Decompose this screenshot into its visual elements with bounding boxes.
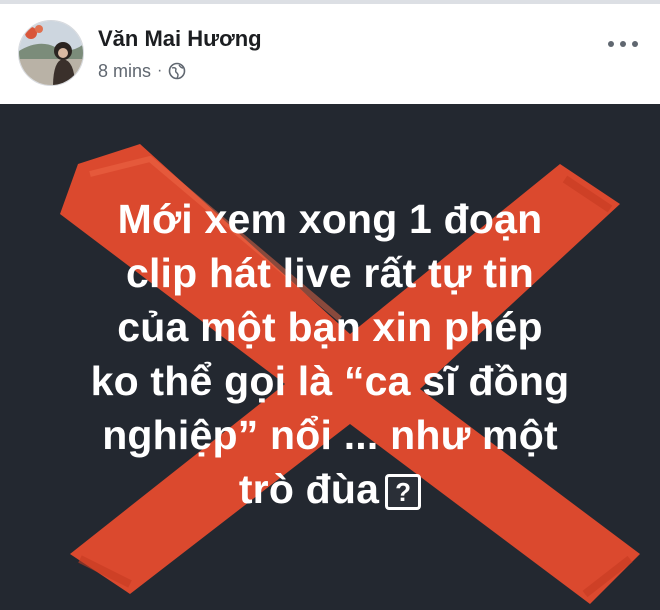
more-dot — [608, 41, 614, 47]
post-text-line: ko thể gọi là “ca sĩ đồng — [90, 358, 570, 404]
post-text-line-last: trò đùa? — [0, 462, 660, 516]
post-text: Mới xem xong 1 đoạn clip hát live rất tự… — [0, 192, 660, 516]
post-text-line: nghiệp” nổi ... như một — [102, 412, 558, 458]
post-text-line: Mới xem xong 1 đoạn — [117, 196, 543, 242]
meta-separator: · — [157, 62, 163, 79]
more-dot — [620, 41, 626, 47]
post-text-line: của một bạn xin phép — [117, 304, 543, 350]
avatar[interactable] — [18, 20, 84, 86]
avatar-image — [19, 21, 83, 85]
post-text-line: trò đùa — [238, 466, 380, 512]
post-meta: 8 mins · — [98, 60, 186, 82]
post-header: Văn Mai Hương 8 mins · — [0, 4, 660, 104]
post-background: Mới xem xong 1 đoạn clip hát live rất tự… — [0, 104, 660, 610]
post-timestamp[interactable]: 8 mins — [98, 61, 151, 82]
question-mark-emoji: ? — [385, 474, 422, 510]
globe-icon[interactable] — [168, 62, 186, 80]
more-options-icon[interactable] — [608, 34, 638, 54]
post-text-line: clip hát live rất tự tin — [125, 250, 535, 296]
more-dot — [632, 41, 638, 47]
author-name[interactable]: Văn Mai Hương — [98, 26, 262, 52]
